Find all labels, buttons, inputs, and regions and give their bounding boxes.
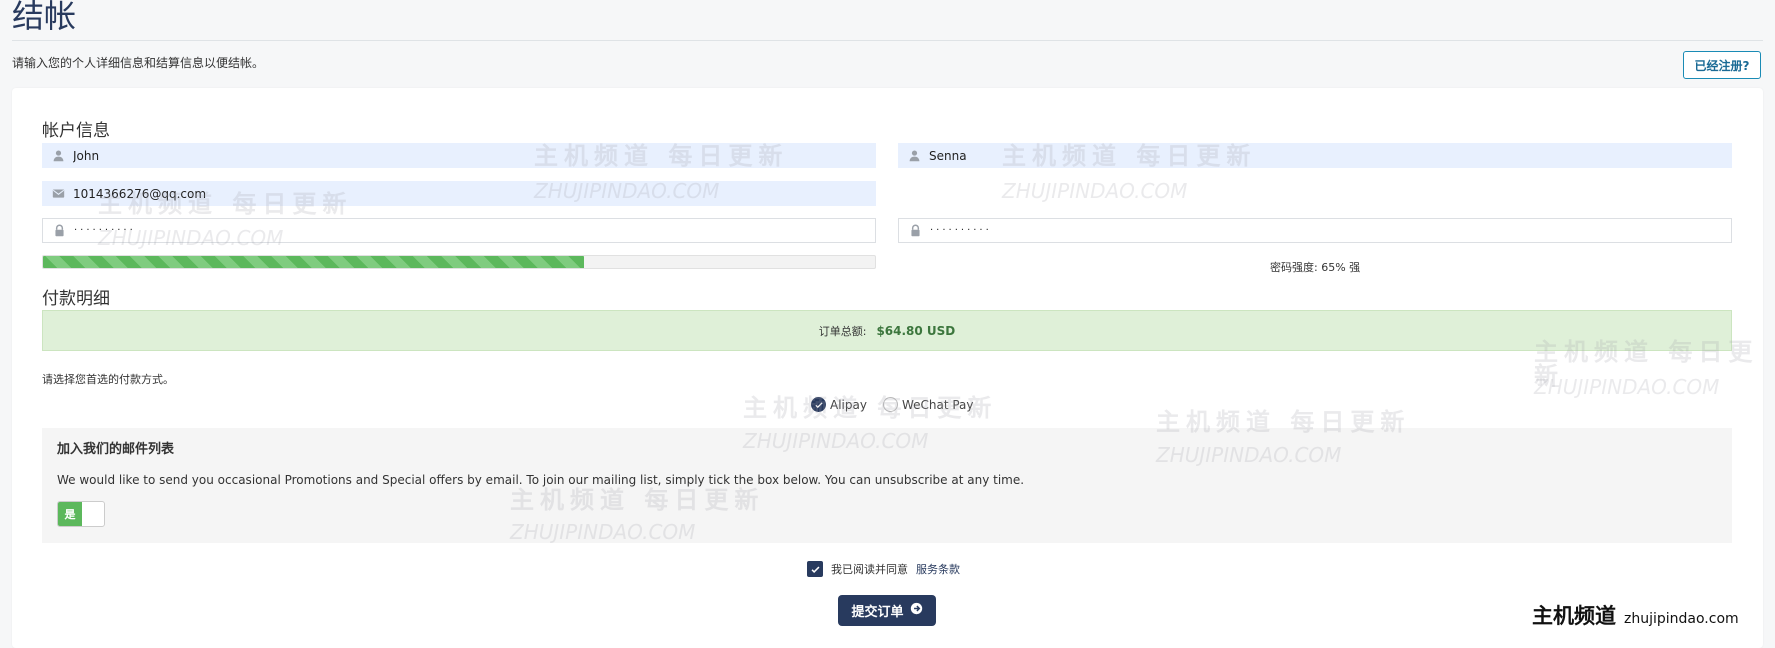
last-name-field[interactable]	[898, 143, 1732, 168]
page-title: 结帐	[12, 0, 77, 35]
radio-checked-icon[interactable]	[811, 397, 826, 412]
toggle-on-label: 是	[58, 502, 82, 526]
payment-method-options: Alipay WeChat Pay	[811, 397, 984, 412]
payment-option-label: Alipay	[830, 397, 867, 412]
first-name-field[interactable]	[42, 143, 876, 168]
user-icon	[908, 149, 921, 162]
payment-option-wechat-pay[interactable]: WeChat Pay	[882, 397, 974, 412]
brand-name-en: zhujipindao.com	[1624, 611, 1739, 627]
password-field[interactable]	[42, 218, 876, 243]
password-strength-bar	[42, 255, 876, 269]
lock-icon	[909, 224, 922, 237]
mailing-list-description: We would like to send you occasional Pro…	[57, 473, 1025, 487]
lock-icon	[53, 224, 66, 237]
order-total-box: 订单总额: $64.80 USD	[42, 310, 1732, 351]
confirm-password-field[interactable]	[898, 218, 1732, 243]
title-divider	[12, 40, 1763, 41]
mailing-list-toggle[interactable]: 是	[57, 501, 105, 527]
confirm-password-input[interactable]	[930, 225, 1670, 236]
payment-option-label: WeChat Pay	[901, 397, 974, 412]
terms-text: 我已阅读并同意	[831, 563, 908, 576]
order-total-value: $64.80 USD	[876, 323, 956, 338]
email-input[interactable]	[73, 186, 815, 201]
password-input[interactable]	[74, 225, 814, 236]
page-subtitle: 请输入您的个人详细信息和结算信息以便结帐。	[12, 56, 265, 70]
mailing-list-title: 加入我们的邮件列表	[57, 442, 175, 457]
last-name-input[interactable]	[929, 148, 1671, 163]
radio-unchecked-icon[interactable]	[882, 397, 898, 412]
terms-agreement: 我已阅读并同意 服务条款	[807, 561, 960, 577]
envelope-icon	[52, 187, 65, 200]
first-name-input[interactable]	[73, 148, 815, 163]
password-strength-text: 密码强度: 65% 强	[1270, 261, 1361, 274]
payment-option-alipay[interactable]: Alipay	[811, 397, 867, 412]
submit-order-label: 提交订单	[851, 605, 904, 620]
payment-section-title: 付款明细	[42, 289, 110, 309]
terms-checkbox[interactable]	[807, 561, 823, 577]
order-total-label: 订单总额:	[818, 324, 867, 338]
user-icon	[52, 149, 65, 162]
account-section-title: 帐户信息	[42, 121, 110, 141]
email-field[interactable]	[42, 181, 876, 206]
password-strength-fill	[43, 256, 584, 268]
site-brand: 主机频道 zhujipindao.com	[1532, 600, 1739, 630]
mailing-list-box: 加入我们的邮件列表 We would like to send you occa…	[42, 428, 1732, 543]
arrow-right-circle-icon	[910, 602, 923, 619]
brand-name-zh: 主机频道	[1532, 604, 1616, 628]
submit-order-button[interactable]: 提交订单	[838, 595, 936, 626]
terms-of-service-link[interactable]: 服务条款	[916, 561, 960, 577]
already-registered-button[interactable]: 已经注册?	[1683, 51, 1761, 79]
payment-method-prompt: 请选择您首选的付款方式。	[42, 373, 174, 386]
